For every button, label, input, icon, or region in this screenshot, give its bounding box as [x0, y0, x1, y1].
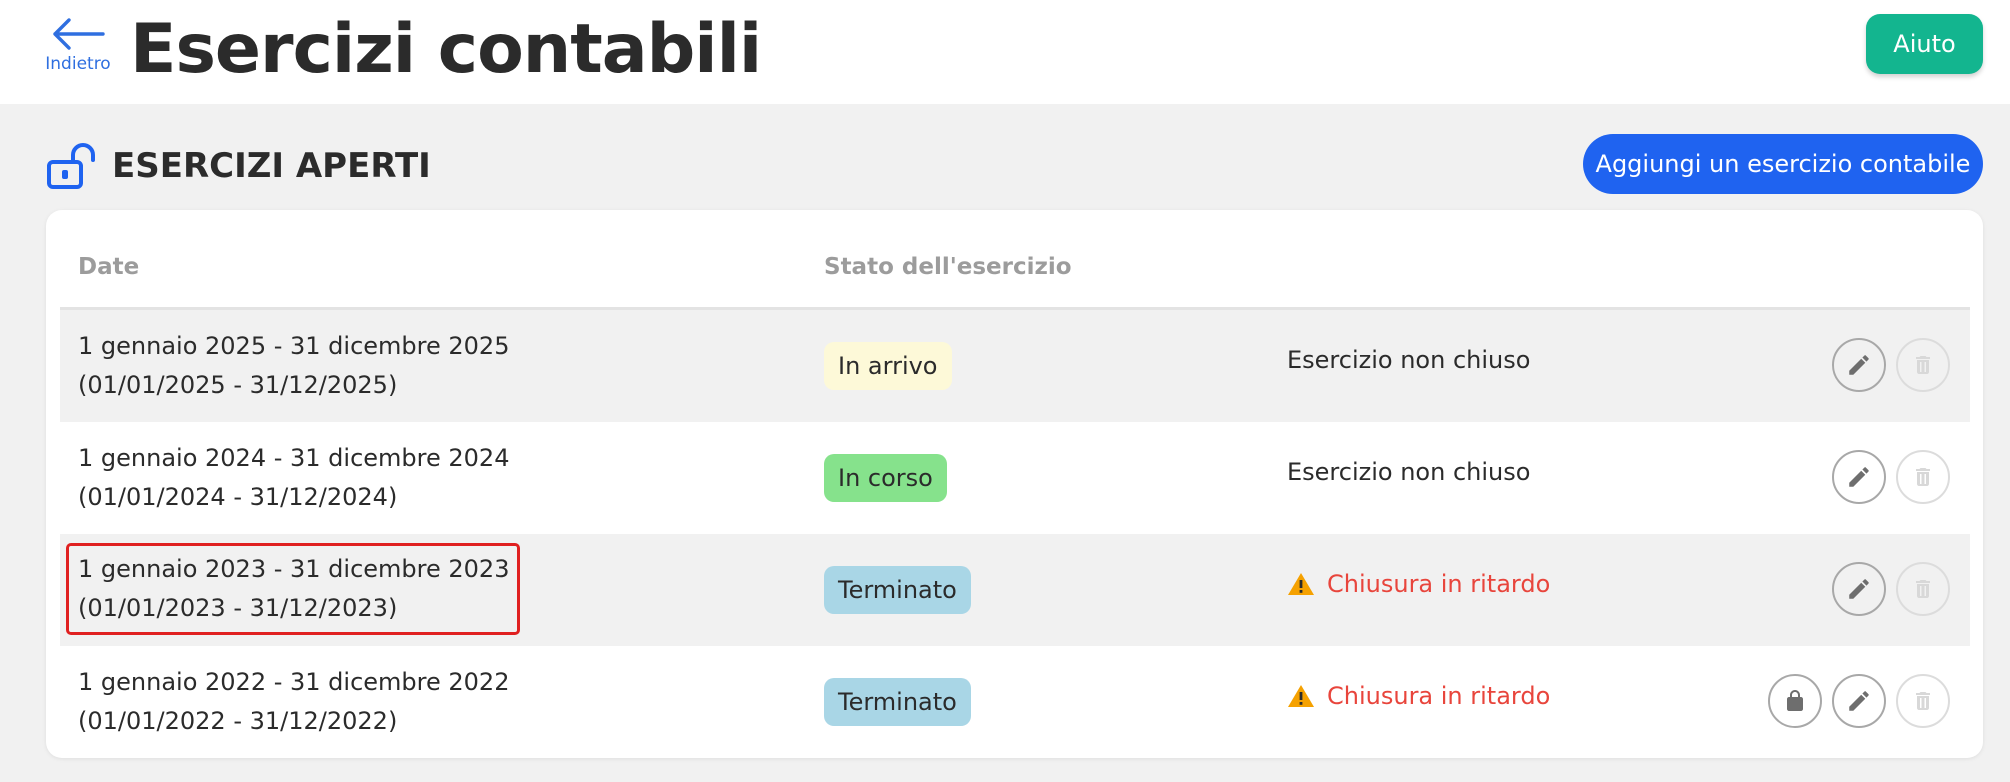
- date-range-text: 1 gennaio 2024 - 31 dicembre 2024: [78, 444, 510, 472]
- date-range-numeric: (01/01/2025 - 31/12/2025): [78, 371, 398, 399]
- delete-button[interactable]: [1896, 338, 1950, 392]
- table-row: 1 gennaio 2022 - 31 dicembre 2022 (01/01…: [60, 646, 1970, 758]
- edit-button[interactable]: [1832, 562, 1886, 616]
- back-button[interactable]: Indietro: [40, 16, 116, 84]
- trash-icon: [1916, 580, 1930, 598]
- unlock-icon: [47, 143, 95, 189]
- closure-status-text: Chiusura in ritardo: [1327, 570, 1551, 598]
- pencil-icon: [1849, 691, 1869, 711]
- row-actions: [1832, 450, 1950, 504]
- warning-icon: [1288, 573, 1314, 595]
- delete-button[interactable]: [1896, 674, 1950, 728]
- date-range-numeric: (01/01/2022 - 31/12/2022): [78, 707, 398, 735]
- section-title: ESERCIZI APERTI: [112, 146, 431, 186]
- edit-button[interactable]: [1832, 674, 1886, 728]
- date-cell-highlighted: 1 gennaio 2023 - 31 dicembre 2023 (01/01…: [65, 543, 521, 635]
- lock-icon: [1787, 690, 1803, 711]
- fiscal-years-table: Date Stato dell'esercizio 1 gennaio 2025…: [46, 210, 1983, 758]
- status-badge: In corso: [824, 454, 947, 502]
- arrow-left-icon: [53, 18, 105, 50]
- row-actions: [1832, 562, 1950, 616]
- status-badge: In arrivo: [824, 342, 952, 390]
- pencil-icon: [1849, 467, 1869, 487]
- trash-icon: [1916, 468, 1930, 486]
- table-row: 1 gennaio 2023 - 31 dicembre 2023 (01/01…: [60, 534, 1970, 646]
- page-title: Esercizi contabili: [130, 10, 762, 89]
- column-header-status: Stato dell'esercizio: [824, 254, 1072, 280]
- closure-status-text: Esercizio non chiuso: [1287, 346, 1531, 374]
- date-range-numeric: (01/01/2024 - 31/12/2024): [78, 483, 398, 511]
- trash-icon: [1916, 356, 1930, 374]
- delete-button[interactable]: [1896, 562, 1950, 616]
- closure-status: Esercizio non chiuso: [1287, 458, 1530, 486]
- pencil-icon: [1849, 579, 1869, 599]
- date-cell: 1 gennaio 2025 - 31 dicembre 2025 (01/01…: [78, 327, 509, 405]
- warning-icon: [1288, 685, 1314, 707]
- add-fiscal-year-button[interactable]: Aggiungi un esercizio contabile: [1583, 134, 1983, 194]
- top-bar: Indietro Esercizi contabili Aiuto: [0, 0, 2010, 104]
- status-badge: Terminato: [824, 566, 971, 614]
- closure-status: Esercizio non chiuso: [1287, 346, 1530, 374]
- closure-status-text: Chiusura in ritardo: [1327, 682, 1551, 710]
- date-cell: 1 gennaio 2022 - 31 dicembre 2022 (01/01…: [78, 663, 509, 741]
- date-range-text: 1 gennaio 2025 - 31 dicembre 2025: [78, 332, 510, 360]
- closure-status: Chiusura in ritardo: [1287, 682, 1550, 710]
- row-actions: [1768, 674, 1950, 728]
- edit-button[interactable]: [1832, 338, 1886, 392]
- edit-button[interactable]: [1832, 450, 1886, 504]
- column-header-date: Date: [78, 254, 140, 280]
- delete-button[interactable]: [1896, 450, 1950, 504]
- table-row: 1 gennaio 2025 - 31 dicembre 2025 (01/01…: [60, 310, 1970, 422]
- status-badge: Terminato: [824, 678, 971, 726]
- row-actions: [1832, 338, 1950, 392]
- close-fiscal-year-button[interactable]: [1768, 674, 1822, 728]
- date-cell: 1 gennaio 2024 - 31 dicembre 2024 (01/01…: [78, 439, 509, 517]
- trash-icon: [1916, 692, 1930, 710]
- table-row: 1 gennaio 2024 - 31 dicembre 2024 (01/01…: [60, 422, 1970, 534]
- date-range-text: 1 gennaio 2022 - 31 dicembre 2022: [78, 668, 510, 696]
- back-label: Indietro: [45, 54, 111, 74]
- closure-status-text: Esercizio non chiuso: [1287, 458, 1531, 486]
- closure-status: Chiusura in ritardo: [1287, 570, 1550, 598]
- date-range-numeric: (01/01/2023 - 31/12/2023): [78, 594, 398, 622]
- pencil-icon: [1849, 355, 1869, 375]
- date-range-text: 1 gennaio 2023 - 31 dicembre 2023: [78, 555, 510, 583]
- table-header: Date Stato dell'esercizio: [60, 238, 1970, 310]
- help-button[interactable]: Aiuto: [1866, 14, 1983, 74]
